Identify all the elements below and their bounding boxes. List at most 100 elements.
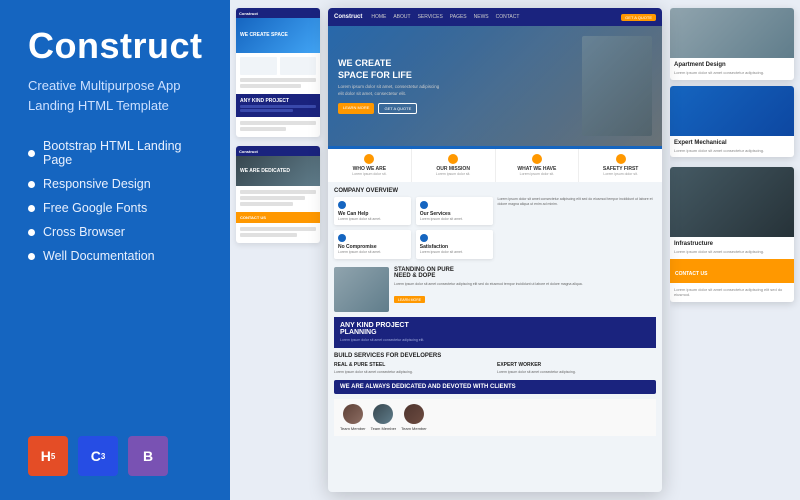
- mini-card: Satisfaction Lorem ipsum dolor sit amet.: [416, 230, 493, 259]
- side-card-infrastructure: Infrastructure Lorem ipsum dolor sit ame…: [670, 167, 794, 302]
- avatar-2: [373, 404, 393, 424]
- build-services: BUILD SERVICES FOR DEVELOPERS REAL & PUR…: [334, 353, 656, 375]
- side-card-apartment: Apartment Design Lorem ipsum dolor sit a…: [670, 8, 794, 80]
- standing-heading: STANDING ON PURENEED & DOPE: [394, 267, 656, 279]
- center-preview: Construct HOME ABOUT SERVICES PAGES NEWS…: [328, 8, 662, 492]
- mini-card: Our Services Lorem ipsum dolor sit amet.: [416, 197, 493, 226]
- hero-btn-primary[interactable]: LEARN MORE: [338, 103, 374, 114]
- company-text: Lorem ipsum dolor sit amet consectetur a…: [498, 197, 657, 260]
- people-row: Team Member Team Member Team Member: [334, 399, 656, 436]
- preview-nav: Construct HOME ABOUT SERVICES PAGES NEWS…: [328, 8, 662, 26]
- small-preview-2: Construct WE ARE DEDICATED CONTACT US: [236, 146, 320, 243]
- person-3: Team Member: [401, 404, 427, 431]
- small-nav: Construct: [236, 8, 320, 18]
- mini-card-icon: [420, 201, 428, 209]
- side-card-body-1: Apartment Design Lorem ipsum dolor sit a…: [670, 58, 794, 80]
- side-card-text-2: Lorem ipsum dolor sit amet consectetur a…: [674, 148, 790, 154]
- side-card-text-1: Lorem ipsum dolor sit amet consectetur a…: [674, 70, 790, 76]
- small-nav2: Construct: [236, 146, 320, 156]
- side-card-img-1: [670, 8, 794, 58]
- small-preview-1: Construct WE CREATE SPACE ANY KIND PROJE…: [236, 8, 320, 137]
- hero-sub: Lorem ipsum dolor sit amet, consectetur …: [338, 84, 582, 98]
- features-list: Bootstrap HTML Landing Page Responsive D…: [28, 139, 206, 273]
- brand-title: Construct: [28, 28, 206, 64]
- bullet-dot: [28, 253, 35, 260]
- side-card-text-3: Lorem ipsum dolor sit amet consectetur a…: [674, 249, 790, 255]
- standing-section: STANDING ON PURENEED & DOPE Lorem ipsum …: [334, 267, 656, 312]
- feature-who: WHO WE ARE Lorem ipsum dolor sit.: [328, 149, 412, 182]
- company-heading: COMPANY OVERVIEW: [334, 188, 656, 194]
- left-panel: Construct Creative Multipurpose App Land…: [0, 0, 230, 500]
- left-preview-stack: Construct WE CREATE SPACE ANY KIND PROJE…: [230, 0, 320, 500]
- standing-btn[interactable]: LEARN MORE: [394, 296, 425, 303]
- company-overview: COMPANY OVERVIEW We Can Help Lorem ipsum…: [334, 188, 656, 263]
- preview-nav-brand: Construct: [334, 14, 362, 20]
- hero-text: WE CREATESPACE FOR LIFE Lorem ipsum dolo…: [338, 58, 582, 114]
- small-cell: [280, 57, 317, 75]
- build-item-1: REAL & PURE STEEL Lorem ipsum dolor sit …: [334, 362, 493, 375]
- side-card-img-2: [670, 86, 794, 136]
- side-card-title-3: Infrastructure: [674, 241, 790, 247]
- small-hero: WE CREATE SPACE: [236, 18, 320, 53]
- side-card-mechanical: Expert Mechanical Lorem ipsum dolor sit …: [670, 86, 794, 158]
- side-card-title-1: Apartment Design: [674, 62, 790, 68]
- bullet-dot: [28, 150, 35, 157]
- small-content3: [236, 186, 320, 212]
- bullet-dot: [28, 181, 35, 188]
- brand-subtitle: Creative Multipurpose App Landing HTML T…: [28, 76, 206, 115]
- small-hero2: WE ARE DEDICATED: [236, 156, 320, 186]
- person-2: Team Member: [371, 404, 397, 431]
- small-contact-bar: CONTACT US: [236, 212, 320, 223]
- bootstrap-badge: B: [128, 436, 168, 476]
- mini-card-icon: [338, 234, 346, 242]
- side-card-cta[interactable]: CONTACT US: [670, 259, 794, 283]
- mini-card: No Compromise Lorem ipsum dolor sit amet…: [334, 230, 411, 259]
- feature-item: Well Documentation: [28, 249, 206, 263]
- hero-image: [582, 36, 652, 136]
- small-para: [240, 121, 316, 125]
- bullet-dot: [28, 205, 35, 212]
- html5-badge: H5: [28, 436, 68, 476]
- feature-item: Responsive Design: [28, 177, 206, 191]
- hero-btn-outline[interactable]: GET A QUOTE: [378, 103, 417, 114]
- features-row: WHO WE ARE Lorem ipsum dolor sit. OUR MI…: [328, 146, 662, 182]
- mini-card-icon: [338, 201, 346, 209]
- mini-card: We Can Help Lorem ipsum dolor sit amet.: [334, 197, 411, 226]
- hero-buttons: LEARN MORE GET A QUOTE: [338, 103, 582, 114]
- side-card-body-2: Expert Mechanical Lorem ipsum dolor sit …: [670, 136, 794, 158]
- bullet-dot: [28, 229, 35, 236]
- feature-item: Cross Browser: [28, 225, 206, 239]
- tech-badges: H5 C3 B: [28, 426, 206, 476]
- feature-item: Free Google Fonts: [28, 201, 206, 215]
- feature-have: WHAT WE HAVE Lorem ipsum dolor sit.: [496, 149, 580, 182]
- person-1: Team Member: [340, 404, 366, 431]
- feature-item: Bootstrap HTML Landing Page: [28, 139, 206, 167]
- preview-hero: WE CREATESPACE FOR LIFE Lorem ipsum dolo…: [328, 26, 662, 146]
- avatar-1: [343, 404, 363, 424]
- side-cards: Apartment Design Lorem ipsum dolor sit a…: [670, 0, 800, 500]
- small-dark: ANY KIND PROJECT: [236, 94, 320, 117]
- avatar-3: [404, 404, 424, 424]
- dedication-section: We Are Always Dedicated And Devoted With…: [334, 380, 656, 394]
- feature-icon: [616, 154, 626, 164]
- dark-section: ANY KIND PROJECTPLANNING Lorem ipsum dol…: [334, 317, 656, 348]
- preview-content: COMPANY OVERVIEW We Can Help Lorem ipsum…: [328, 182, 662, 492]
- right-panel: Construct WE CREATE SPACE ANY KIND PROJE…: [230, 0, 800, 500]
- small-content4: [236, 223, 320, 243]
- small-para: [240, 127, 286, 131]
- css3-badge: C3: [78, 436, 118, 476]
- dark-title: ANY KIND PROJECTPLANNING: [340, 322, 650, 336]
- dark-text: Lorem ipsum dolor sit amet consectetur a…: [340, 338, 650, 343]
- side-card-img-3: [670, 167, 794, 237]
- small-para: [240, 84, 301, 88]
- build-item-2: EXPERT WORKER Lorem ipsum dolor sit amet…: [497, 362, 656, 375]
- mini-card-icon: [420, 234, 428, 242]
- small-content2: [236, 117, 320, 137]
- feature-safety: SAFETY FIRST Lorem ipsum dolor sit.: [579, 149, 662, 182]
- feature-icon: [364, 154, 374, 164]
- company-grid: We Can Help Lorem ipsum dolor sit amet. …: [334, 197, 493, 260]
- side-card-body-3: Infrastructure Lorem ipsum dolor sit ame…: [670, 237, 794, 259]
- preview-container: Construct WE CREATE SPACE ANY KIND PROJE…: [230, 0, 800, 500]
- preview-nav-cta: GET A QUOTE: [621, 14, 656, 21]
- feature-icon: [532, 154, 542, 164]
